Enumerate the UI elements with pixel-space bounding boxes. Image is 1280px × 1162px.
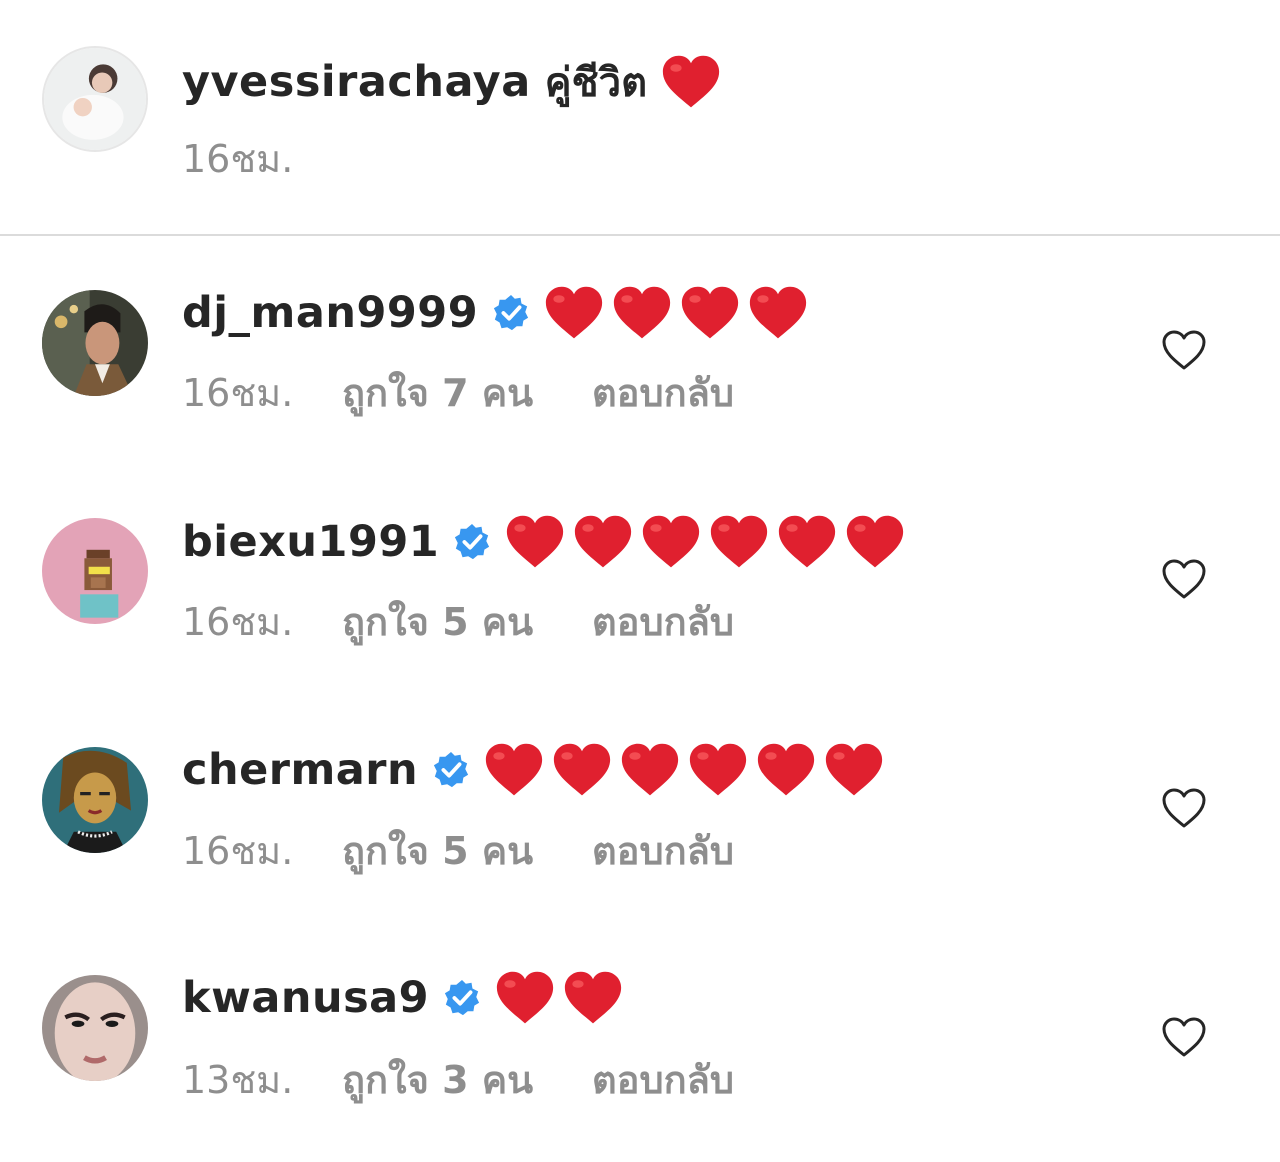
divider [0,234,1280,236]
red-heart-emoji [612,285,672,341]
red-heart-emoji [688,742,748,798]
reply-button[interactable]: ตอบกลับ [592,591,734,652]
comment-meta: 16ชม. ถูกใจ 5 คน ตอบกลับ [182,597,734,645]
comment-hearts [544,285,816,341]
comment-line-biexu1991: biexu1991 [182,512,913,572]
reply-button[interactable]: ตอบกลับ [592,820,734,881]
red-heart-emoji [552,742,612,798]
red-heart-emoji [661,54,721,110]
caption-avatar[interactable] [42,46,148,152]
red-heart-emoji [484,742,544,798]
comment-time: 16ชม. [182,599,294,644]
caption-username[interactable]: yvessirachaya [182,57,531,107]
comment-avatar-dj_man9999[interactable] [42,290,148,396]
comment-avatar-chermarn[interactable] [42,747,148,853]
red-heart-emoji [544,285,604,341]
comment-line-kwanusa9: kwanusa9 [182,968,631,1028]
caption-line: yvessirachaya คู่ชีวิต [182,52,729,112]
comment-avatar-kwanusa9[interactable] [42,975,148,1081]
comment-likes-link[interactable]: ถูกใจ 5 คน [342,820,592,881]
heart-outline-icon[interactable] [1160,557,1208,601]
comment-username[interactable]: biexu1991 [182,517,439,567]
caption-time: 16ชม. [182,136,294,181]
heart-outline-icon[interactable] [1160,1015,1208,1059]
comment-meta: 13ชม. ถูกใจ 3 คน ตอบกลับ [182,1055,734,1103]
caption-meta: 16ชม. [182,134,342,182]
comment-hearts [484,742,892,798]
caption-text: คู่ชีวิต [544,60,648,106]
comment-username[interactable]: chermarn [182,745,418,795]
comment-likes-link[interactable]: ถูกใจ 5 คน [342,591,592,652]
red-heart-emoji [641,514,701,570]
red-heart-emoji [563,970,623,1026]
reply-button[interactable]: ตอบกลับ [592,1049,734,1110]
red-heart-emoji [777,514,837,570]
red-heart-emoji [505,514,565,570]
verified-badge-icon [443,979,481,1017]
comment-username[interactable]: dj_man9999 [182,288,478,338]
comment-line-dj_man9999: dj_man9999 [182,283,816,343]
comment-avatar-biexu1991[interactable] [42,518,148,624]
red-heart-emoji [709,514,769,570]
red-heart-emoji [748,285,808,341]
comment-time: 16ชม. [182,370,294,415]
comment-meta: 16ชม. ถูกใจ 5 คน ตอบกลับ [182,826,734,874]
red-heart-emoji [680,285,740,341]
verified-badge-icon [432,751,470,789]
red-heart-emoji [495,970,555,1026]
comment-time: 16ชม. [182,828,294,873]
heart-outline-icon[interactable] [1160,786,1208,830]
comment-meta: 16ชม. ถูกใจ 7 คน ตอบกลับ [182,368,734,416]
verified-badge-icon [453,523,491,561]
comment-username[interactable]: kwanusa9 [182,973,429,1023]
red-heart-emoji [824,742,884,798]
comment-time: 13ชม. [182,1057,294,1102]
comment-hearts [505,514,913,570]
red-heart-emoji [620,742,680,798]
comment-likes-link[interactable]: ถูกใจ 7 คน [342,362,592,423]
red-heart-emoji [756,742,816,798]
verified-badge-icon [492,294,530,332]
comment-hearts [495,970,631,1026]
comment-line-chermarn: chermarn [182,740,892,800]
red-heart-emoji [845,514,905,570]
comment-likes-link[interactable]: ถูกใจ 3 คน [342,1049,592,1110]
red-heart-emoji [573,514,633,570]
caption-hearts [661,54,729,110]
heart-outline-icon[interactable] [1160,328,1208,372]
reply-button[interactable]: ตอบกลับ [592,362,734,423]
